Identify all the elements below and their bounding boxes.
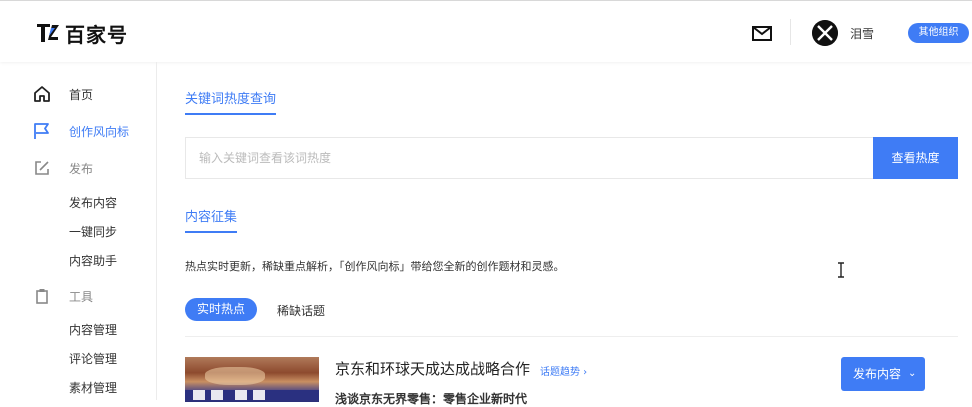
news-thumbnail[interactable]	[185, 357, 319, 402]
logo-text: 百家号	[65, 22, 128, 47]
topic-trend-link[interactable]: 话题趋势 ›	[540, 363, 587, 378]
mail-icon[interactable]	[752, 26, 772, 41]
username[interactable]: 泪雪	[850, 25, 874, 42]
keyword-search-input[interactable]: 输入关键词查看该词热度	[185, 137, 873, 179]
sidebar-item-publish-content[interactable]: 发布内容	[69, 194, 117, 211]
edit-icon	[35, 161, 49, 175]
sidebar-item-label: 首页	[69, 88, 94, 102]
collection-description: 热点实时更新，稀缺重点解析，「创作风向标」带给您全新的创作题材和灵感。	[185, 260, 565, 273]
baijiahao-logo[interactable]: 百家号	[36, 21, 128, 47]
clipboard-icon	[36, 289, 48, 304]
home-icon	[34, 86, 50, 102]
sidebar-item-sync[interactable]: 一键同步	[69, 223, 117, 240]
news-subtitle: 浅谈京东无界零售：零售企业新时代	[335, 392, 528, 406]
sidebar-item-trend[interactable]: 创作风向标	[33, 121, 129, 141]
publish-button-label: 发布内容	[853, 367, 902, 381]
top-bar: 百家号 泪雪 其他组织	[0, 0, 972, 62]
pill-rare-topic[interactable]: 稀缺话题	[277, 302, 325, 319]
check-heat-button[interactable]: 查看热度	[873, 137, 958, 179]
sidebar-item-label: 发布	[69, 162, 94, 176]
logo-mark-icon	[37, 24, 59, 42]
sidebar-item-label: 工具	[69, 290, 94, 304]
sidebar-item-home[interactable]: 首页	[33, 84, 93, 104]
sidebar-item-material-manage[interactable]: 素材管理	[69, 379, 117, 396]
header-divider	[790, 19, 791, 45]
main-content: 关键词热度查询 输入关键词查看该词热度 查看热度 内容征集 热点实时更新，稀缺重…	[157, 62, 972, 406]
sidebar: 首页 创作风向标 发布 发布内容 一键同步 内容助手 工具 内容管理 评论管理 …	[0, 62, 157, 400]
other-org-button[interactable]: 其他组织	[908, 23, 969, 43]
sidebar-item-publish[interactable]: 发布	[33, 158, 93, 178]
divider	[185, 336, 958, 337]
flag-icon	[34, 123, 49, 139]
user-avatar[interactable]	[812, 20, 838, 46]
pill-realtime-hot[interactable]: 实时热点	[185, 298, 257, 321]
sidebar-item-label: 创作风向标	[69, 125, 130, 139]
news-title[interactable]: 京东和环球天成达成战略合作	[335, 358, 530, 379]
sidebar-item-comment-manage[interactable]: 评论管理	[69, 350, 117, 367]
text-cursor-icon	[838, 262, 844, 278]
chevron-down-icon: ⌄	[908, 368, 917, 379]
tab-keyword-heat[interactable]: 关键词热度查询	[185, 88, 277, 115]
sidebar-item-assistant[interactable]: 内容助手	[69, 252, 117, 269]
publish-content-button[interactable]: 发布内容 ⌄	[841, 357, 925, 391]
sidebar-item-content-manage[interactable]: 内容管理	[69, 321, 117, 338]
sidebar-item-tools[interactable]: 工具	[33, 286, 93, 306]
tab-content-collection[interactable]: 内容征集	[185, 206, 238, 233]
